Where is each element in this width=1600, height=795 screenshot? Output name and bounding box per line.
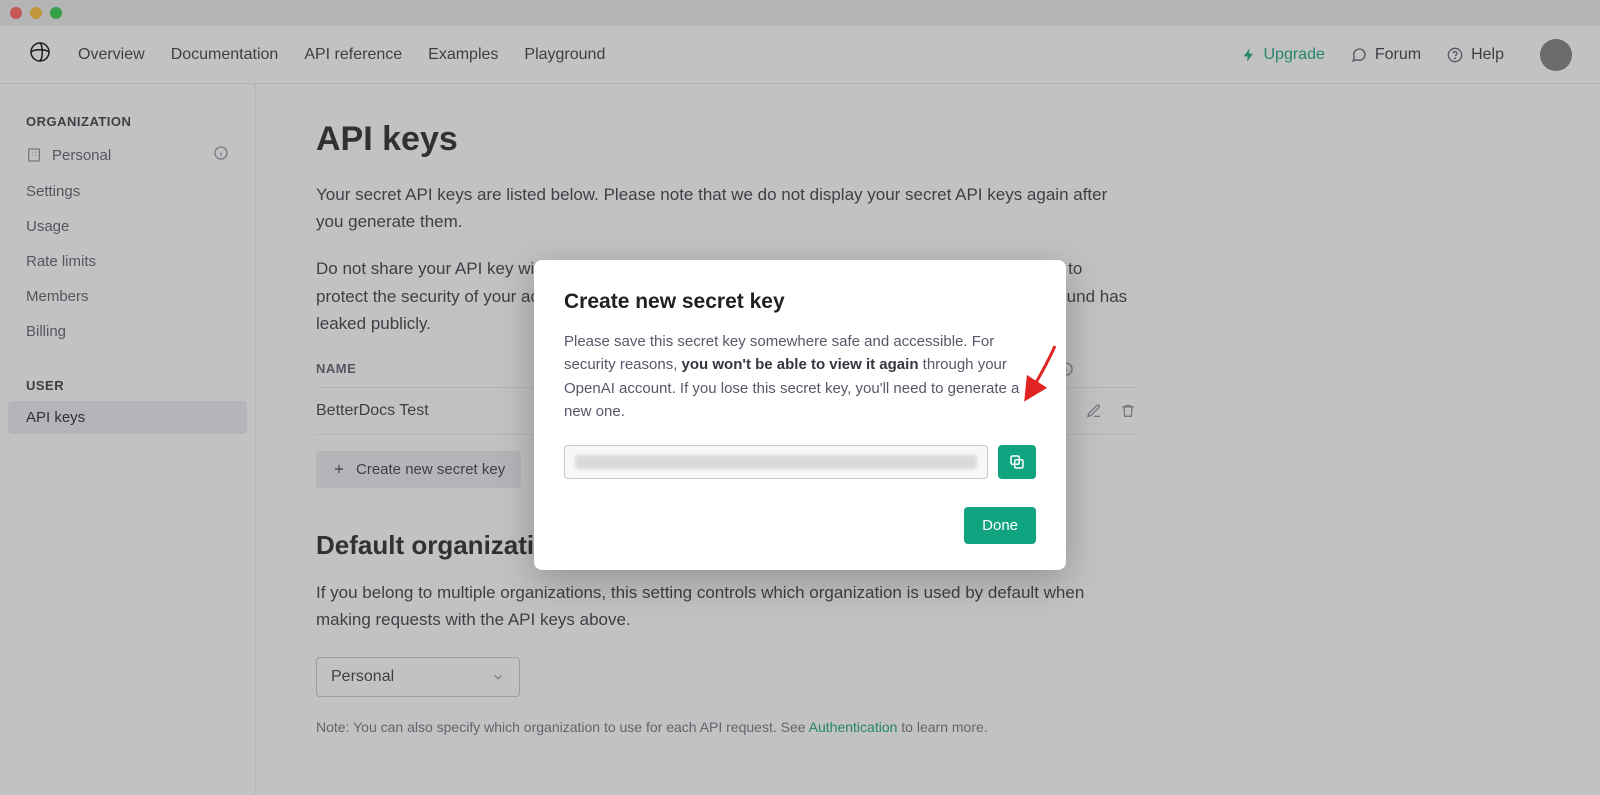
modal-overlay[interactable]: Create new secret key Please save this s…	[0, 0, 1600, 795]
modal-text-bold: you won't be able to view it again	[682, 356, 919, 373]
create-key-modal: Create new secret key Please save this s…	[534, 260, 1066, 570]
secret-key-redacted	[575, 455, 977, 469]
modal-description: Please save this secret key somewhere sa…	[564, 330, 1036, 423]
done-button[interactable]: Done	[964, 507, 1036, 544]
modal-title: Create new secret key	[564, 290, 1036, 314]
secret-key-field[interactable]	[564, 445, 988, 479]
copy-key-button[interactable]	[998, 445, 1036, 479]
copy-icon	[1008, 453, 1026, 471]
